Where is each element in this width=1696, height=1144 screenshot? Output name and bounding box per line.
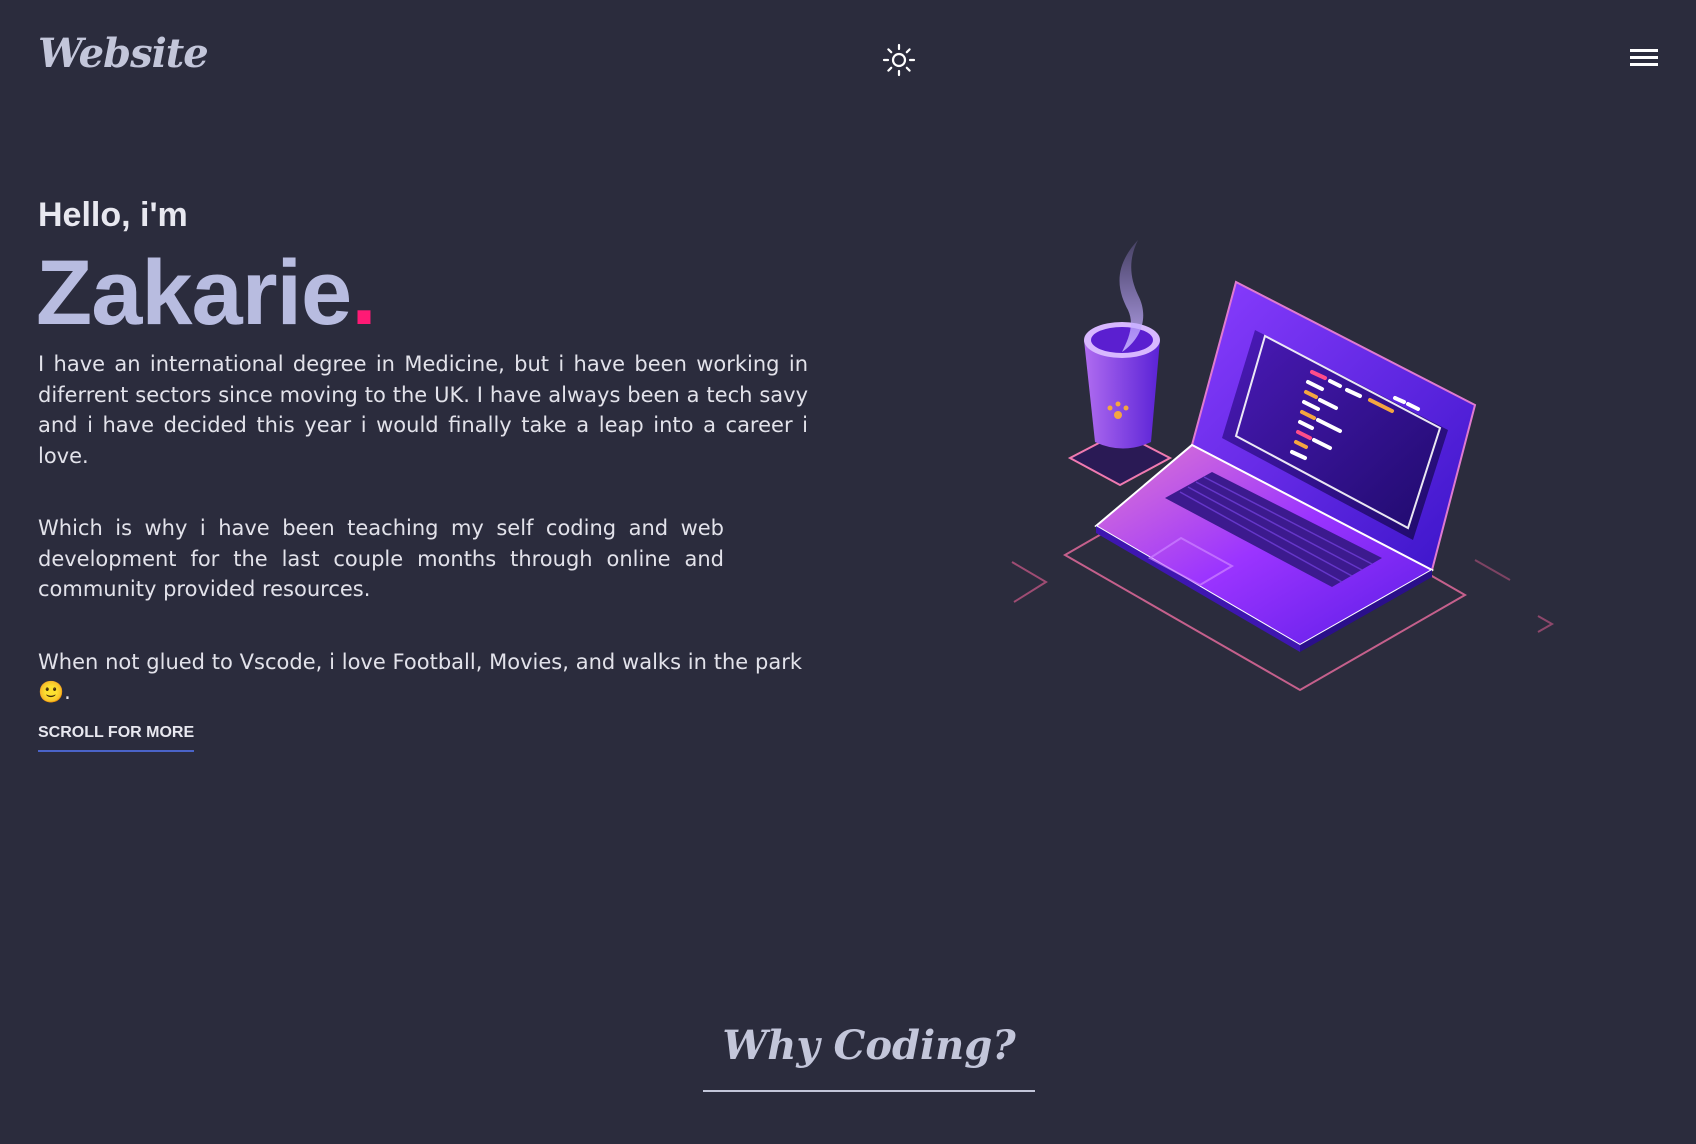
sun-icon: [882, 43, 916, 77]
laptop-coffee-illustration: [1000, 240, 1570, 710]
hero-section: Hello, i'm Zakarie. I have an internatio…: [36, 196, 818, 752]
hero-name-dot: .: [351, 242, 377, 344]
hamburger-menu-button[interactable]: [1628, 46, 1660, 72]
site-logo[interactable]: Website: [38, 30, 209, 77]
bio-paragraph-3: When not glued to Vscode, i love Footbal…: [38, 649, 802, 705]
scroll-for-more-link[interactable]: SCROLL FOR MORE: [38, 724, 195, 752]
bio-paragraph-1: I have an international degree in Medici…: [38, 352, 808, 468]
section-title-underline: [703, 1090, 1035, 1092]
hamburger-menu-icon: [1628, 49, 1660, 66]
bio-paragraph-2: Which is why i have been teaching my sel…: [38, 516, 724, 601]
hero-greeting: Hello, i'm: [38, 196, 188, 234]
hero-name-text: Zakarie: [36, 242, 352, 344]
hero-name: Zakarie.: [36, 247, 818, 339]
why-coding-heading: Why Coding?: [722, 1022, 1016, 1069]
theme-toggle-button[interactable]: [881, 42, 917, 78]
